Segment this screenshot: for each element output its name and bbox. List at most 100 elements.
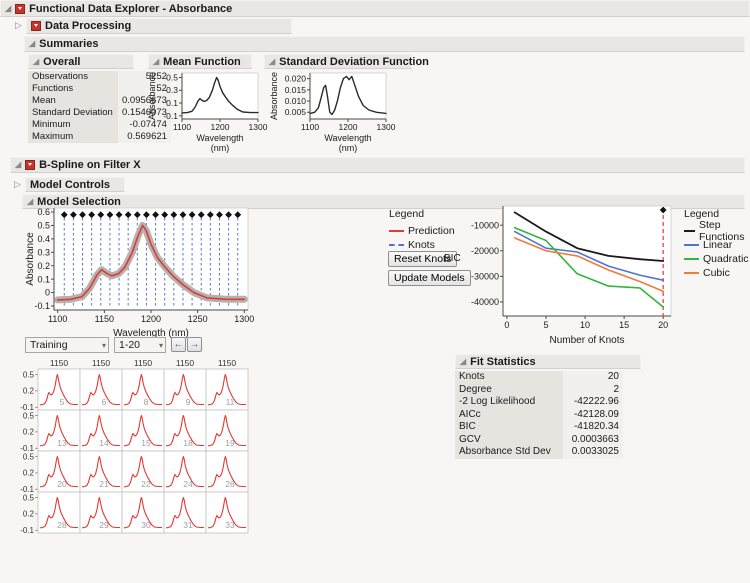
svg-text:9: 9 [186,397,191,407]
outline-header-std-dev-function[interactable]: Standard Deviation Function [264,54,429,69]
stat-label: BIC [455,421,563,434]
disclosure-closed-icon[interactable] [14,180,24,190]
svg-text:1100: 1100 [48,314,67,324]
svg-text:0.5: 0.5 [166,72,178,82]
svg-text:Absorbance: Absorbance [269,72,279,120]
model-type-legend: Legend Step Functions Linear Quadratic Cubi… [684,208,750,280]
stat-label: Mean [28,95,118,107]
disclosure-open-icon[interactable] [5,5,11,13]
svg-text:0.3: 0.3 [37,247,50,257]
disclosure-closed-icon[interactable] [15,21,25,31]
stat-label: -2 Log Likelihood [455,396,563,409]
section-title: Data Processing [45,20,132,32]
legend-item: Prediction [389,224,455,238]
stat-value: -42128.09 [563,408,623,421]
legend-line-swatch [684,230,695,232]
outline-header-data-processing[interactable]: Data Processing [26,18,292,34]
svg-text:1100: 1100 [301,122,320,132]
svg-text:1150: 1150 [134,358,153,368]
outline-header-fde[interactable]: Functional Data Explorer - Absorbance [0,0,750,17]
legend-title: Legend [389,208,425,220]
disclosure-open-icon[interactable] [15,161,21,169]
svg-text:5: 5 [543,320,548,330]
svg-text:0.2: 0.2 [23,469,35,478]
legend-item-label: Linear [703,239,733,251]
stat-label: Absorbance Std Dev [455,446,563,459]
disclosure-open-icon[interactable] [33,58,39,66]
svg-text:Wavelength: Wavelength [324,133,371,143]
legend-line-swatch [389,230,404,232]
outline-header-bspline[interactable]: B-Spline on Filter X [10,157,745,173]
svg-text:0.5: 0.5 [23,452,35,461]
svg-text:1300: 1300 [249,122,268,132]
svg-text:Wavelength: Wavelength [196,133,243,143]
svg-text:0.3: 0.3 [166,85,178,95]
legend-line-swatch [684,258,699,260]
outline-header-fit-statistics[interactable]: Fit Statistics [455,354,641,369]
stat-label: Knots [455,371,563,384]
svg-text:0.2: 0.2 [23,387,35,396]
range-select-combobox[interactable]: 1-20 [114,337,166,353]
panel-title: Overall [43,55,81,68]
table-row: Degree 2 [455,383,623,396]
disclosure-open-icon[interactable] [269,58,275,66]
svg-text:0.1: 0.1 [37,274,50,284]
svg-text:1150: 1150 [95,314,114,324]
chevron-down-icon [159,341,163,350]
window-title: Functional Data Explorer - Absorbance [29,2,233,15]
panel-title: Fit Statistics [470,355,536,368]
fit-statistics-table: Knots 20 Degree 2 -2 Log Likelihood -42222.96… [455,371,623,459]
table-row: AICc -42128.09 [455,408,623,421]
svg-text:(nm): (nm) [339,143,358,153]
red-triangle-menu-icon[interactable] [15,3,26,14]
legend-item: Knots [389,238,455,252]
legend-line-swatch [389,244,404,246]
stat-value: -41820.34 [563,421,623,434]
disclosure-open-icon[interactable] [29,40,35,48]
stat-value: 0.0033025 [563,446,623,459]
stat-label: Observations [28,71,118,83]
svg-text:0.1: 0.1 [166,98,178,108]
table-row: -2 Log Likelihood -42222.96 [455,396,623,409]
svg-text:0.2: 0.2 [37,261,50,271]
svg-text:5: 5 [60,397,65,407]
svg-text:0.5: 0.5 [23,411,35,420]
section-title: Summaries [39,38,99,50]
outline-header-summaries[interactable]: Summaries [24,36,745,52]
svg-text:1150: 1150 [50,358,69,368]
chevron-down-icon [102,341,106,350]
svg-text:1150: 1150 [218,358,237,368]
svg-text:0: 0 [45,288,50,298]
outline-header-overall[interactable]: Overall [28,54,134,69]
stat-label: Minimum [28,119,118,131]
legend-item-label: Knots [408,239,435,251]
stat-label: GCV [455,433,563,446]
training-functions-grid: 1150 1150 1150 1150 11500.50.2-0.15 6 8 9 110.50… [20,358,249,535]
svg-text:0.2: 0.2 [23,510,35,519]
previous-page-button[interactable] [171,337,186,352]
outline-header-mean-function[interactable]: Mean Function [148,54,252,69]
stat-label: Standard Deviation [28,107,118,119]
stat-label: AICc [455,408,563,421]
mean-function-plot: 1100 1200 1300 0.5 0.3 0.1 -0.1 Absorbance Wavel… [147,72,268,153]
svg-text:0.4: 0.4 [37,234,50,244]
bic-axis-label: BIC [444,253,461,264]
table-row: GCV 0.0003663 [455,433,623,446]
stat-label: Maximum [28,131,118,143]
disclosure-open-icon[interactable] [153,58,159,66]
svg-text:0.2: 0.2 [23,428,35,437]
svg-text:1200: 1200 [141,314,161,324]
red-triangle-menu-icon[interactable] [31,21,41,31]
disclosure-open-icon[interactable] [460,358,466,366]
table-row: Knots 20 [455,371,623,384]
update-models-button[interactable]: Update Models [388,270,471,286]
svg-text:1250: 1250 [188,314,208,324]
next-page-button[interactable] [187,337,202,352]
svg-text:Absorbance: Absorbance [147,72,157,120]
panel-title: Mean Function [163,55,241,68]
model-selection-plot[interactable]: 1100 1150 1200 1250 1300 0.6 0.5 0.4 0.3 0.2 0.1 0 -… [24,200,258,340]
set-select-combobox[interactable]: Training [25,337,109,353]
legend-item: Quadratic [684,252,750,266]
outline-header-model-controls[interactable]: Model Controls [25,177,125,192]
red-triangle-menu-icon[interactable] [25,160,36,170]
